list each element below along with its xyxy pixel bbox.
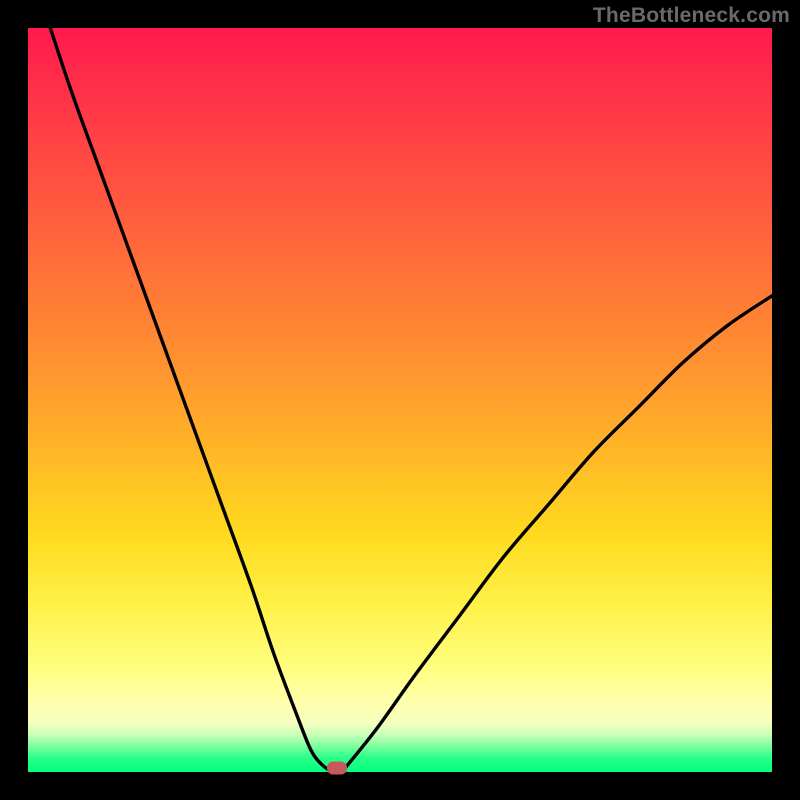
chart-frame: TheBottleneck.com xyxy=(0,0,800,800)
optimum-marker xyxy=(327,762,347,775)
bottleneck-curve xyxy=(28,28,772,772)
plot-area xyxy=(28,28,772,772)
watermark-label: TheBottleneck.com xyxy=(593,4,790,28)
